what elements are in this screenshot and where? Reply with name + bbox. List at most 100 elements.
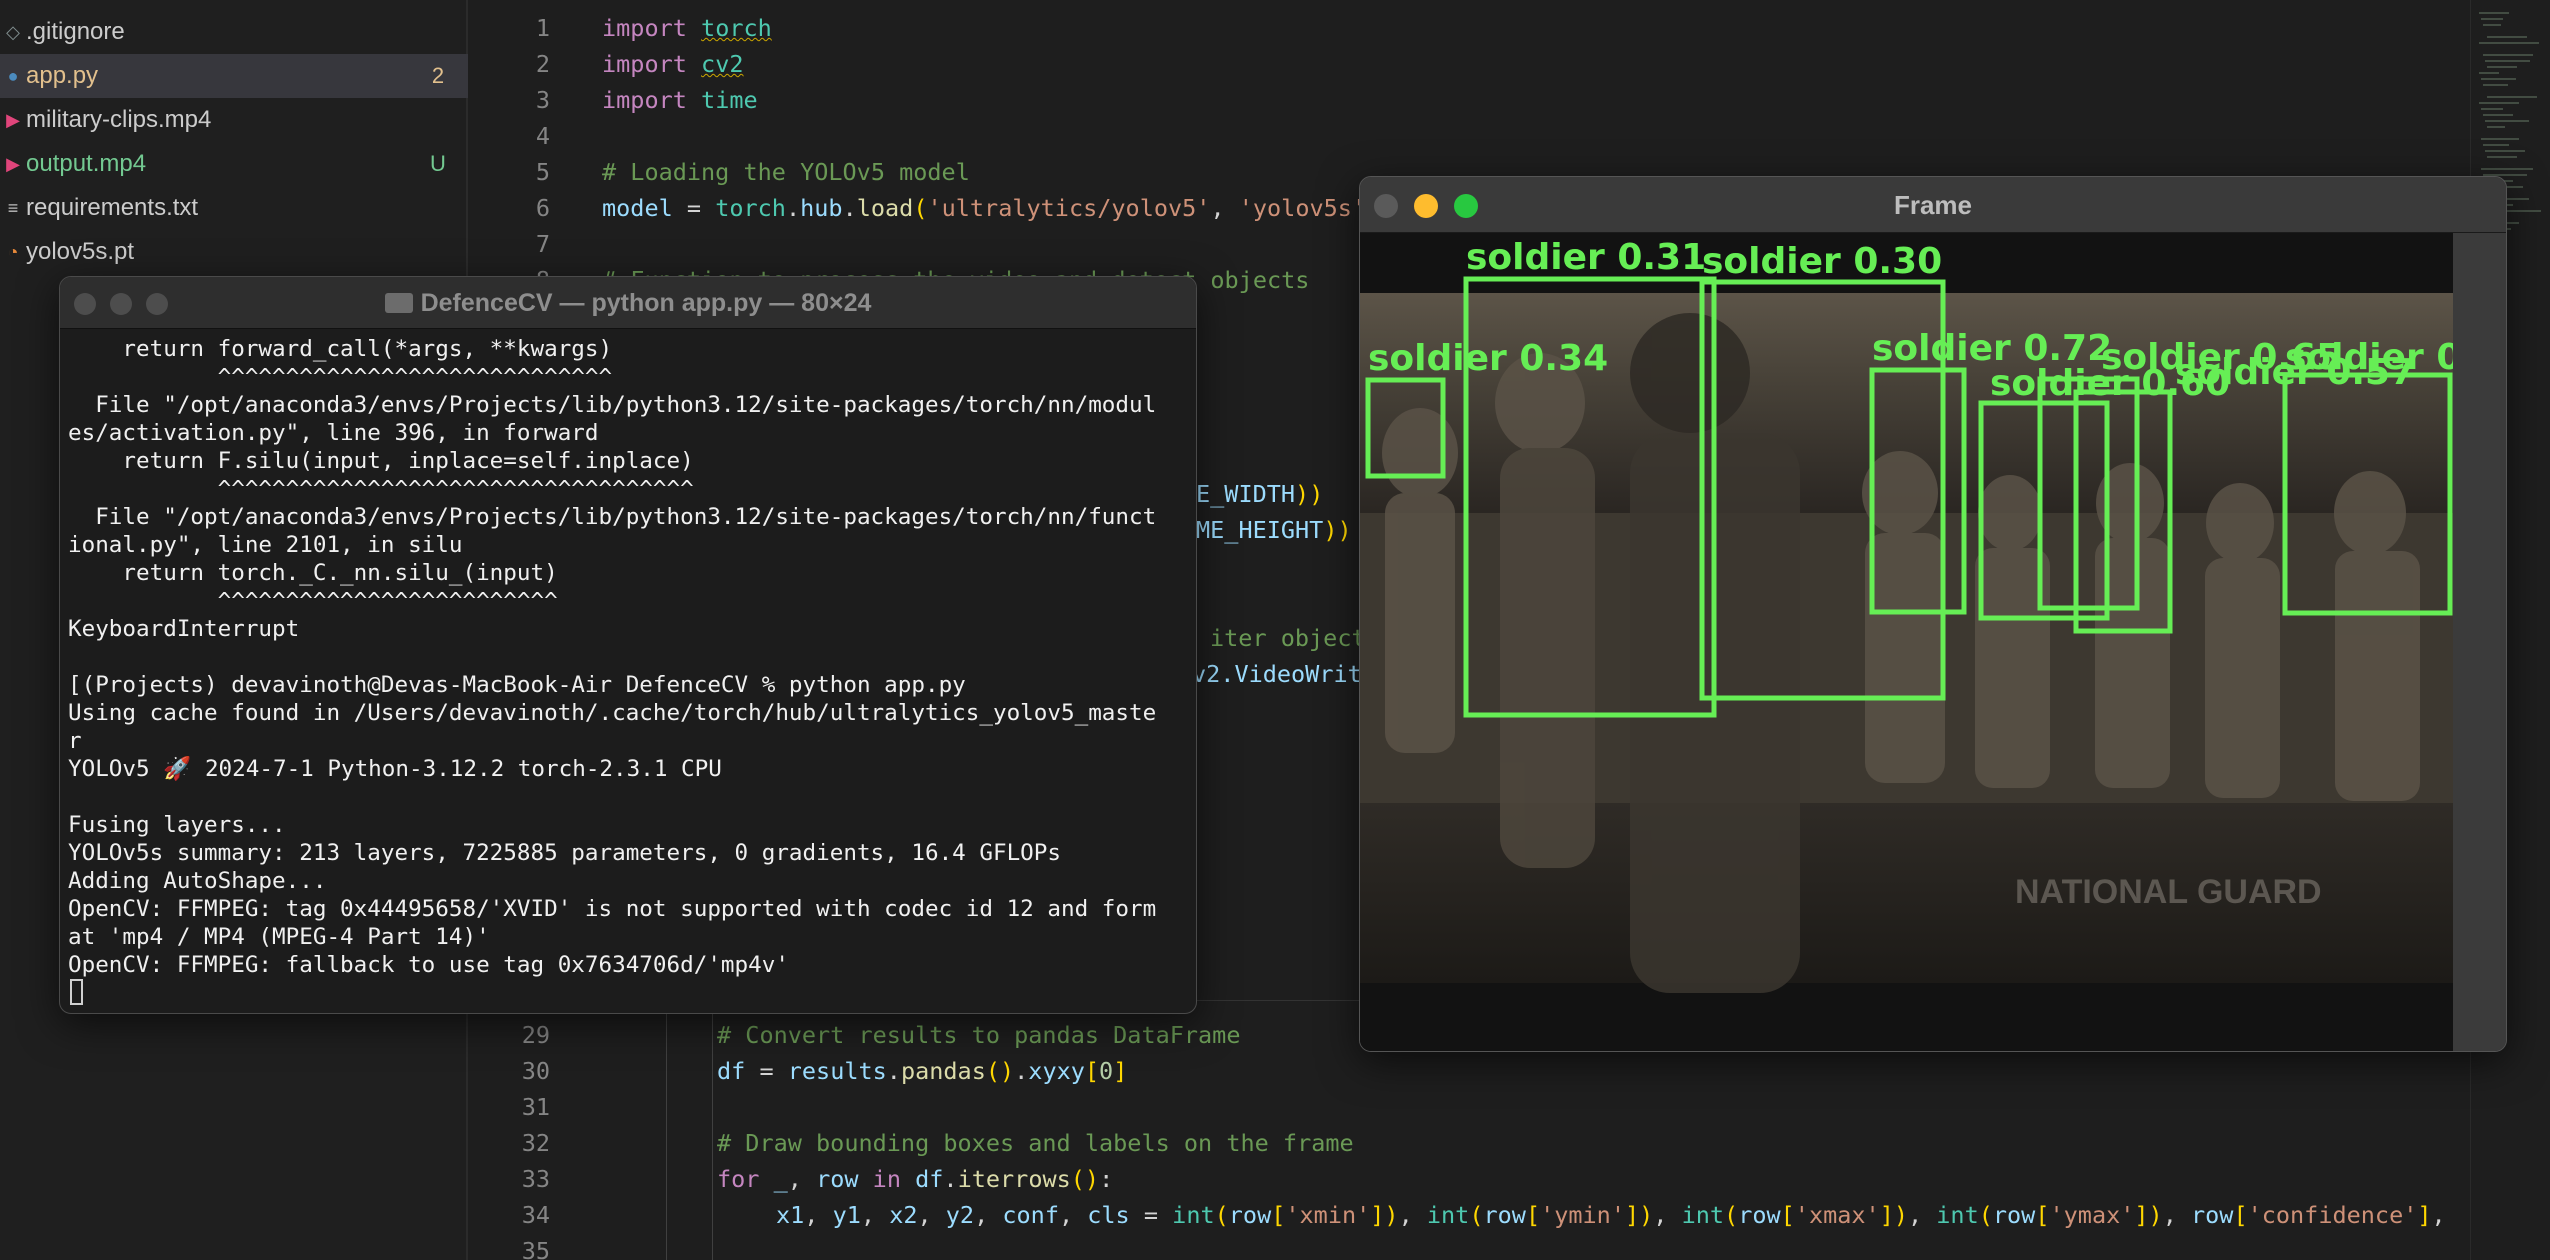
line-number: 31 <box>521 1093 550 1121</box>
code-text: # Loading the YOLOv5 model <box>602 158 970 186</box>
terminal-title: DefenceCV — python app.py — 80×24 <box>60 277 1196 329</box>
minimap-line <box>2479 12 2509 14</box>
terminal-line: ^^^^^^^^^^^^^^^^^^^^^^^^^^^^^ <box>68 364 613 390</box>
video-frame: NATIONAL GUARD soldier 0.31 soldier 0.30 s… <box>1360 233 2453 1051</box>
video-watermark: NATIONAL GUARD <box>2015 873 2322 911</box>
file-item[interactable]: ≡ requirements.txt <box>0 186 468 230</box>
line-number: 4 <box>535 122 550 150</box>
terminal-line: ^^^^^^^^^^^^^^^^^^^^^^^^^ <box>68 588 558 614</box>
minimap-line <box>2487 96 2537 98</box>
code-text: import time <box>602 86 758 114</box>
terminal-title-text: DefenceCV — python app.py — 80×24 <box>420 289 872 317</box>
line-number: 35 <box>521 1237 550 1260</box>
minimap-line <box>2481 168 2533 170</box>
line-number: 33 <box>521 1165 550 1193</box>
terminal-line: File "/opt/anaconda3/envs/Projects/lib/p… <box>68 504 1157 530</box>
video-file-icon: ▶ <box>6 153 20 174</box>
file-name: output.mp4 <box>26 150 147 177</box>
video-file-icon: ▶ <box>6 109 20 130</box>
code-text: ME_HEIGHT)) <box>1196 516 1352 544</box>
python-file-icon: ● <box>7 65 19 86</box>
code-line: 4 <box>470 118 2470 154</box>
code-text: E_WIDTH)) <box>1196 480 1324 508</box>
terminal-line: es/activation.py", line 396, in forward <box>68 420 599 446</box>
terminal-titlebar[interactable]: DefenceCV — python app.py — 80×24 <box>60 277 1196 329</box>
minimap-line <box>2483 144 2509 146</box>
terminal-line: KeyboardInterrupt <box>68 616 300 642</box>
file-item[interactable]: ◔ yolov5s.pt <box>0 230 468 274</box>
terminal-line: OpenCV: FFMPEG: tag 0x44495658/'XVID' is… <box>68 896 1157 922</box>
minimap-line <box>2483 114 2513 116</box>
line-number: 3 <box>535 86 550 114</box>
minimap-line <box>2479 72 2499 74</box>
minimap-line <box>2483 84 2508 86</box>
code-line: 34 x1, y1, x2, y2, conf, cls = int(row['x… <box>470 1197 2470 1233</box>
terminal-line: File "/opt/anaconda3/envs/Projects/lib/p… <box>68 392 1157 418</box>
code-line: 30 df = results.pandas().xyxy[0] <box>470 1053 2470 1089</box>
terminal-line: OpenCV: FFMPEG: fallback to use tag 0x76… <box>68 952 789 978</box>
file-item[interactable]: ▶ military-clips.mp4 <box>0 98 468 142</box>
code-text: v2.VideoWrit <box>1192 660 1362 688</box>
file-name: app.py <box>26 62 99 89</box>
file-name: military-clips.mp4 <box>26 106 212 133</box>
minimap-line <box>2485 60 2530 62</box>
line-number: 30 <box>521 1057 550 1085</box>
code-text: iter object <box>1210 624 1366 652</box>
detection-label: soldier 0.31 <box>1466 237 1706 278</box>
minimap-line <box>2481 18 2503 20</box>
minimap-line <box>2481 108 2503 110</box>
file-name: .gitignore <box>26 18 125 45</box>
terminal-line: [(Projects) devavinoth@Devas-MacBook-Air… <box>68 672 966 698</box>
video-scene: NATIONAL GUARD soldier 0.31soldier 0.30 s… <box>1360 233 2453 1051</box>
terminal-window[interactable]: DefenceCV — python app.py — 80×24 return… <box>59 276 1197 1014</box>
line-number: 6 <box>535 194 550 222</box>
frame-window[interactable]: Frame NATIONAL GUARD soldier 0.31 soldie… <box>1359 176 2507 1052</box>
terminal-cursor <box>70 979 83 1005</box>
text-file-icon: ≡ <box>7 197 19 218</box>
code-line: 33 for _, row in df.iterrows(): <box>470 1161 2470 1197</box>
detection-label: soldier 0. <box>2285 337 2453 378</box>
minimap-line <box>2481 78 2516 80</box>
code-text: # Draw bounding boxes and labels on the … <box>717 1129 1354 1157</box>
minimap-line <box>2487 36 2527 38</box>
terminal-line: return F.silu(input, inplace=self.inplac… <box>68 448 694 474</box>
code-text: df = results.pandas().xyxy[0] <box>717 1057 1128 1085</box>
terminal-line: YOLOv5 🚀 2024-7-1 Python-3.12.2 torch-2.… <box>68 756 722 782</box>
terminal-line: at 'mp4 / MP4 (MPEG-4 Part 14)' <box>68 924 490 950</box>
code-line: 32 # Draw bounding boxes and labels on th… <box>470 1125 2470 1161</box>
letterbox-bottom <box>1360 983 2453 1051</box>
terminal-line: Adding AutoShape... <box>68 868 327 894</box>
terminal-line: ^^^^^^^^^^^^^^^^^^^^^^^^^^^^^^^^^^^ <box>68 476 694 502</box>
file-name: requirements.txt <box>26 194 199 221</box>
line-number: 29 <box>521 1021 550 1049</box>
file-name: yolov5s.pt <box>26 238 135 265</box>
file-status-badge: U <box>430 151 446 176</box>
minimap-line <box>2481 138 2519 140</box>
terminal-line: Fusing layers... <box>68 812 286 838</box>
frame-title: Frame <box>1893 190 1973 220</box>
file-item[interactable]: ● app.py 2 <box>0 54 468 98</box>
file-item[interactable]: ◇ .gitignore <box>0 10 468 54</box>
code-line: 2 import cv2 <box>470 46 2470 82</box>
frame-titlebar[interactable]: Frame <box>1360 177 2506 233</box>
terminal-line: YOLOv5s summary: 213 layers, 7225885 par… <box>68 840 1061 866</box>
file-status-badge: 2 <box>431 63 445 88</box>
minimap-line <box>2479 102 2519 104</box>
minimap-line <box>2487 66 2517 68</box>
line-number: 1 <box>535 14 550 42</box>
minimap-line <box>2485 120 2529 122</box>
rss-file-icon: ◔ <box>7 241 19 262</box>
code-line: 31 <box>470 1089 2470 1125</box>
minimap-line <box>2485 150 2525 152</box>
file-item[interactable]: ▶ output.mp4 U <box>0 142 468 186</box>
terminal-output[interactable]: return forward_call(*args, **kwargs) ^^^… <box>68 335 1190 1013</box>
terminal-line: return torch._C._nn.silu_(input) <box>68 560 558 586</box>
line-number: 34 <box>521 1201 550 1229</box>
minimap-line <box>2483 24 2501 26</box>
terminal-line: r <box>68 728 82 754</box>
code-line: 1 import torch <box>470 10 2470 46</box>
gitignore-icon: ◇ <box>6 21 20 42</box>
line-number: 7 <box>535 230 550 258</box>
folder-icon <box>384 293 413 313</box>
frame-side-panel <box>2453 233 2506 1051</box>
